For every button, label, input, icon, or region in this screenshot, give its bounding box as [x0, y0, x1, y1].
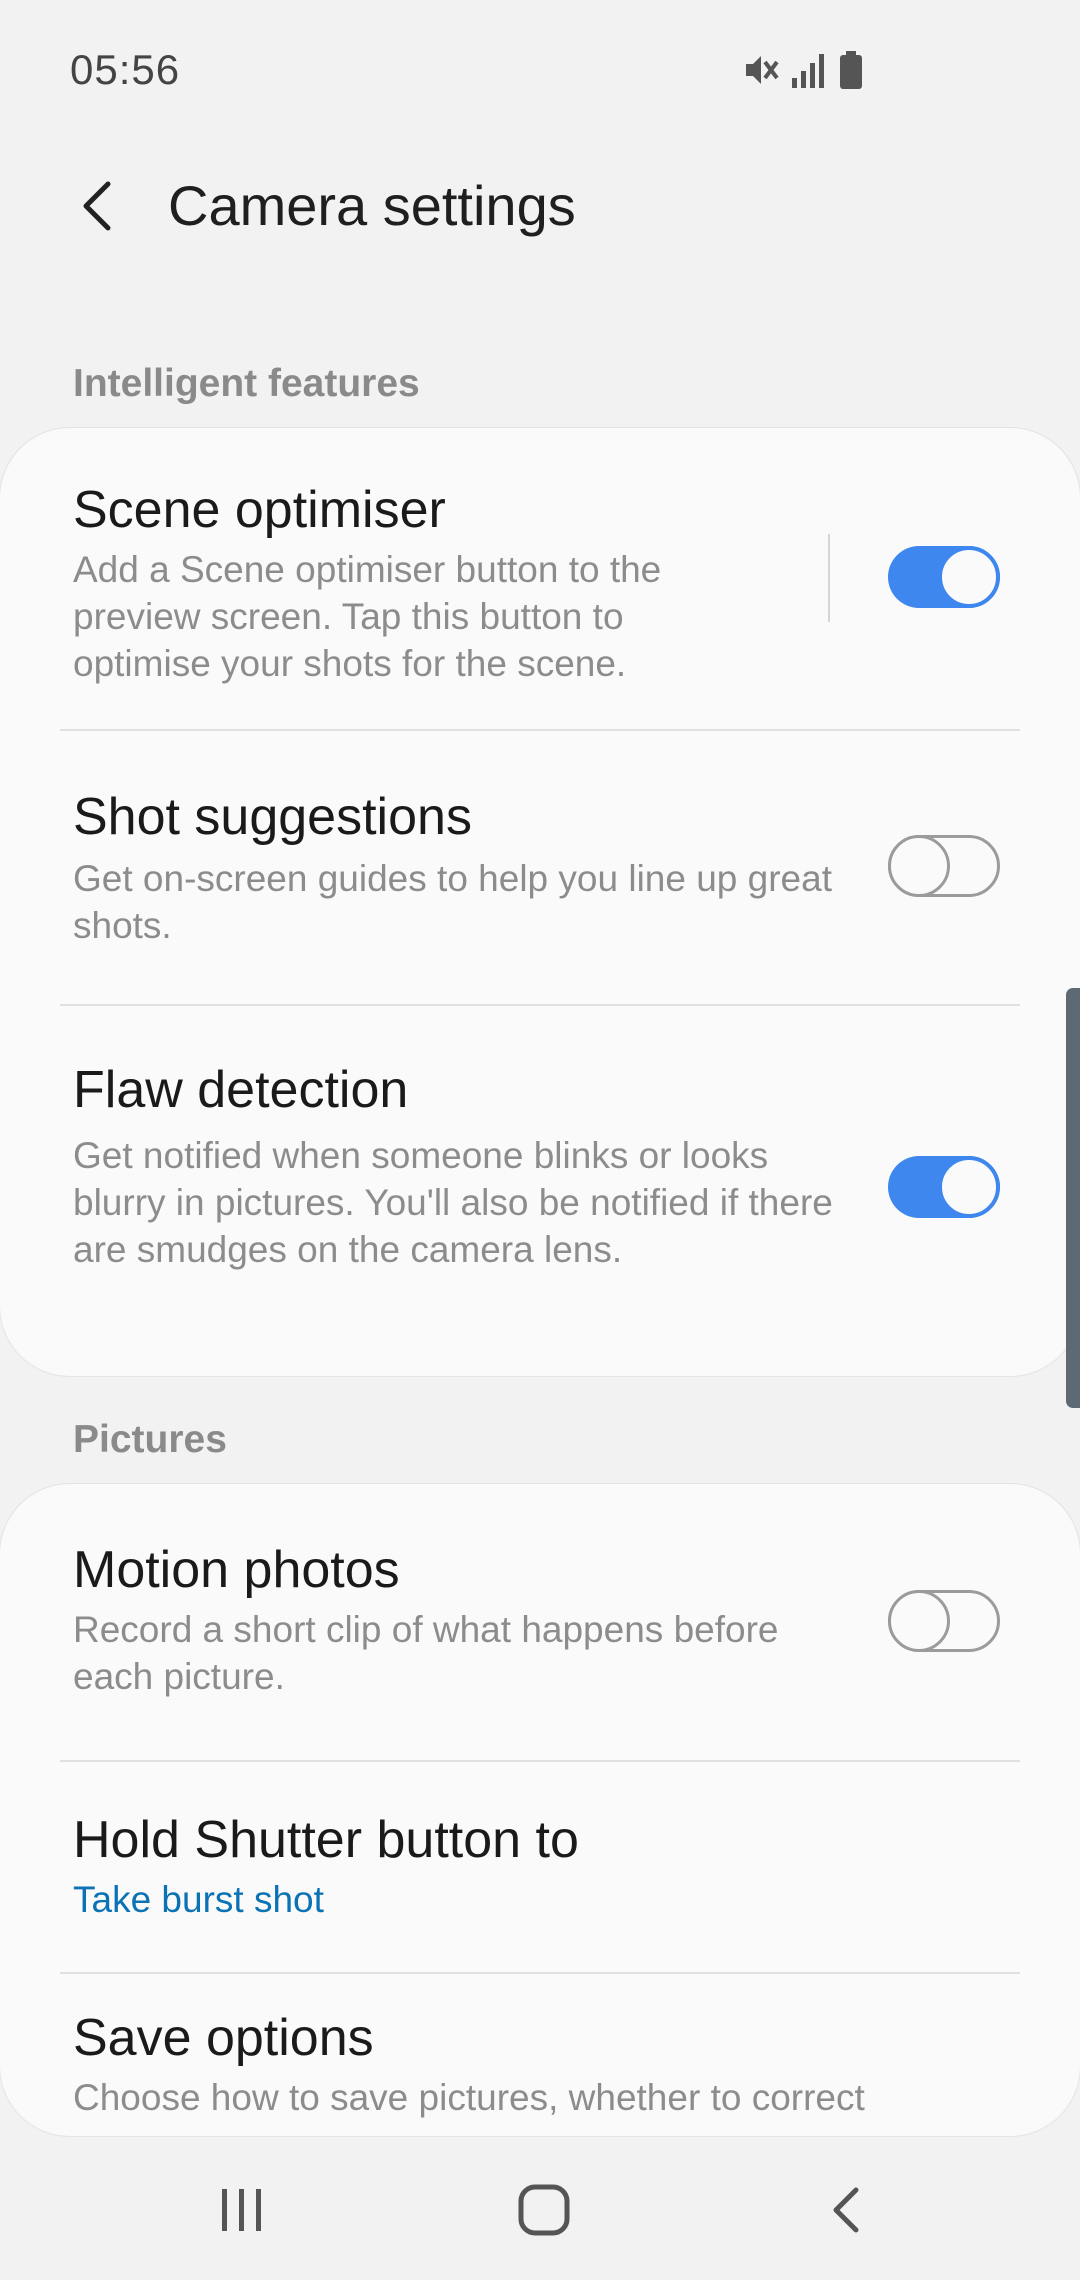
back-button[interactable] [60, 170, 132, 242]
toggle-knob [888, 835, 950, 897]
section-header-intelligent: Intelligent features [73, 362, 420, 405]
vertical-divider [828, 534, 830, 622]
home-button[interactable] [494, 2160, 594, 2260]
setting-row-save-options[interactable]: Save options Choose how to save pictures… [0, 1974, 1080, 2136]
chevron-left-icon [83, 181, 111, 231]
page-title: Camera settings [168, 174, 576, 237]
section-header-pictures: Pictures [73, 1418, 227, 1461]
setting-description: Record a short clip of what happens befo… [73, 1609, 779, 1697]
setting-title: Hold Shutter button to [73, 1811, 579, 1869]
pictures-card: Motion photos Record a short clip of wha… [0, 1484, 1080, 2136]
battery-icon [838, 50, 864, 95]
scene-optimiser-toggle[interactable] [888, 546, 1000, 608]
setting-row-shot-suggestions[interactable]: Shot suggestions Get on-screen guides to… [0, 731, 1080, 1005]
navigation-bar [0, 2140, 1080, 2280]
setting-title: Shot suggestions [73, 788, 472, 846]
setting-title: Flaw detection [73, 1061, 409, 1119]
setting-row-scene-optimiser[interactable]: Scene optimiser Add a Scene optimiser bu… [0, 428, 1080, 730]
mute-icon [742, 50, 782, 95]
recents-icon [222, 2189, 261, 2231]
setting-description: Add a Scene optimiser button to the prev… [73, 549, 662, 684]
camera-settings-screen: 05:56 Camera settings Intelligent featur… [0, 0, 1080, 2280]
back-nav-button[interactable] [796, 2160, 896, 2260]
back-icon [833, 2187, 859, 2233]
setting-title: Scene optimiser [73, 481, 446, 539]
toggle-knob [938, 1156, 1000, 1218]
signal-icon [790, 50, 830, 95]
setting-row-motion-photos[interactable]: Motion photos Record a short clip of wha… [0, 1484, 1080, 1760]
setting-description: Get on-screen guides to help you line up… [73, 858, 832, 946]
status-bar: 05:56 [0, 0, 1080, 150]
setting-row-hold-shutter[interactable]: Hold Shutter button to Take burst shot [0, 1762, 1080, 1972]
setting-description: Get notified when someone blinks or look… [73, 1135, 833, 1270]
shot-suggestions-toggle[interactable] [888, 835, 1000, 897]
setting-title: Motion photos [73, 1541, 400, 1599]
intelligent-features-card: Scene optimiser Add a Scene optimiser bu… [0, 428, 1080, 1376]
toggle-knob [938, 546, 1000, 608]
recents-button[interactable] [192, 2160, 292, 2260]
setting-description: Choose how to save pictures, whether to … [73, 2077, 865, 2118]
setting-row-flaw-detection[interactable]: Flaw detection Get notified when someone… [0, 1006, 1080, 1376]
setting-title: Save options [73, 2009, 374, 2067]
status-icons [742, 50, 864, 94]
setting-value: Take burst shot [73, 1879, 324, 1920]
flaw-detection-toggle[interactable] [888, 1156, 1000, 1218]
status-time: 05:56 [70, 46, 181, 93]
home-icon [518, 2184, 570, 2236]
toggle-knob [888, 1590, 950, 1652]
scroll-indicator[interactable] [1066, 988, 1080, 1408]
motion-photos-toggle[interactable] [888, 1590, 1000, 1652]
app-bar: Camera settings [0, 150, 1080, 260]
